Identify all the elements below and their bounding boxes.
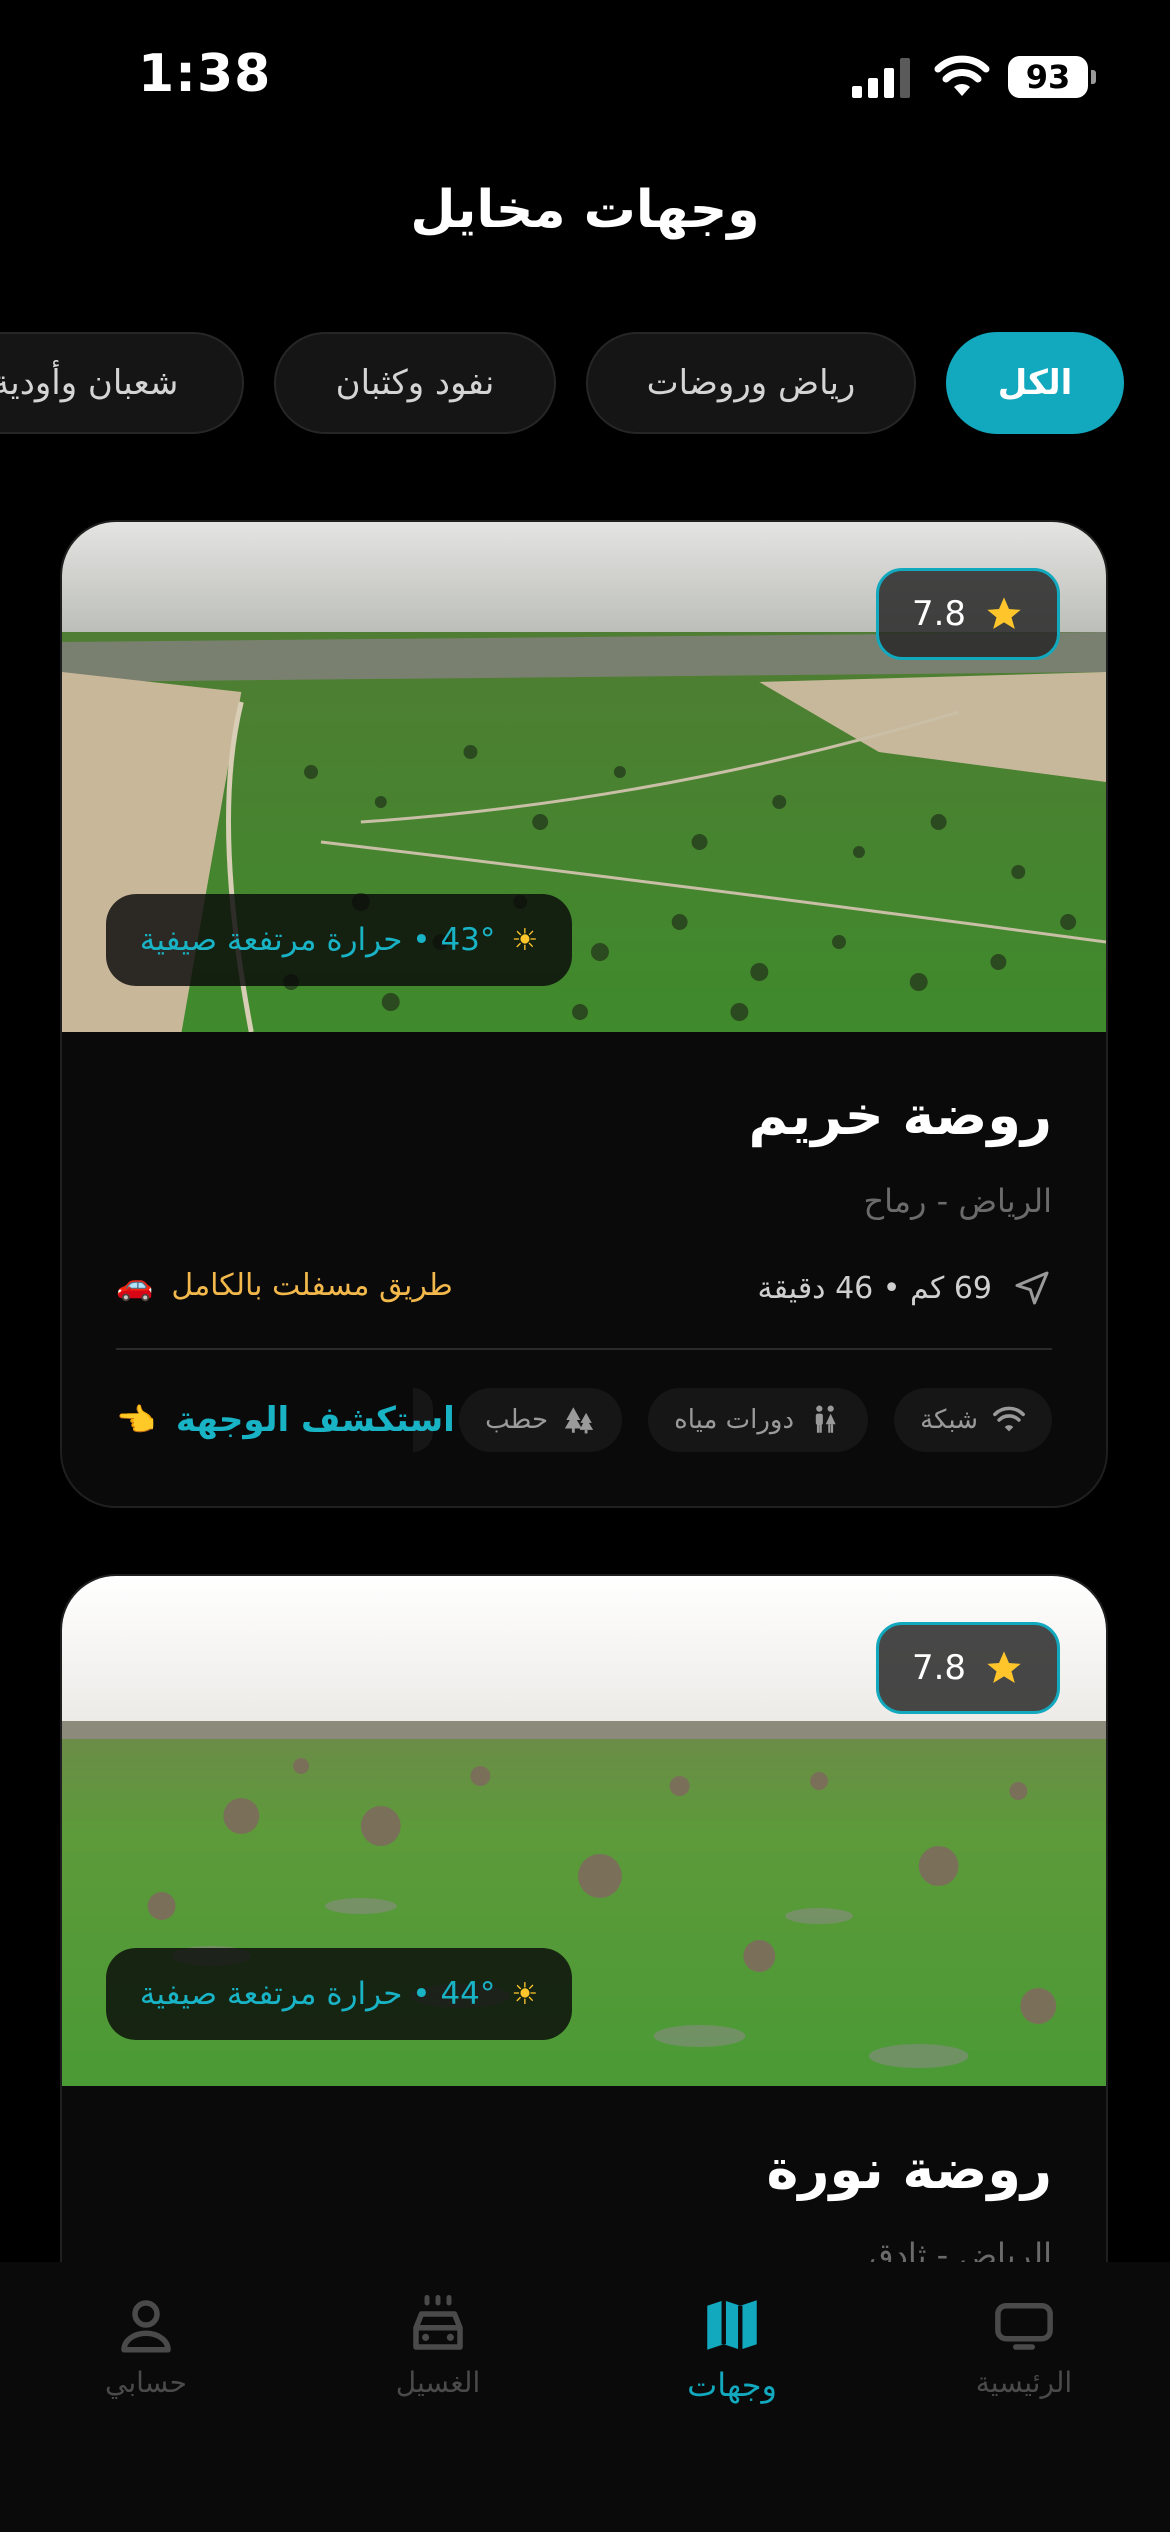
trees-icon (564, 1407, 594, 1434)
explore-link[interactable]: استكشف الوجهة 👈 (116, 1388, 455, 1452)
weather-pill: 43° • حرارة مرتفعة صيفية ☀ (106, 894, 572, 986)
amenity-label: دورات مياه (674, 1405, 795, 1435)
tab-label: وجهات (687, 2366, 777, 2404)
amenity-label: حطب (485, 1405, 549, 1435)
distance-text: 69 كم • 46 دقيقة (757, 1270, 993, 1306)
filter-chip-valleys[interactable]: شعبان وأودية (0, 332, 244, 434)
navigation-arrow-icon (1015, 1271, 1049, 1305)
sun-icon: ☀ (511, 1976, 539, 2012)
tab-label: حسابي (105, 2366, 187, 2399)
status-bar: 1:38 93 (0, 0, 1170, 150)
divider (116, 1348, 1052, 1350)
card-body: روضة خريم الرياض - رماح 69 كم • 46 دقيقة… (62, 1032, 1106, 1506)
tab-home[interactable]: الرئيسية (924, 2292, 1124, 2399)
road-row: طريق مسفلت بالكامل 🚗 (116, 1268, 453, 1303)
tab-label: الرئيسية (975, 2366, 1073, 2399)
amenity-network: شبكة (894, 1388, 1052, 1452)
road-text: طريق مسفلت بالكامل (171, 1268, 453, 1303)
battery-indicator: 93 (1008, 56, 1096, 98)
restroom-icon (815, 1405, 836, 1433)
filter-chip-all[interactable]: الكل (946, 332, 1124, 434)
destination-card[interactable]: 7.8 44° • حرارة مرتفعة صيفية ☀ روضة نورة… (60, 1574, 1108, 2334)
place-name: روضة نورة (766, 2138, 1052, 2201)
destination-image: 7.8 44° • حرارة مرتفعة صيفية ☀ (62, 1576, 1106, 2086)
explore-text: استكشف الوجهة (175, 1400, 455, 1440)
map-icon (707, 2300, 757, 2350)
amenity-firewood: حطب (459, 1388, 623, 1452)
weather-text: 44° • حرارة مرتفعة صيفية (139, 1976, 496, 2012)
car-icon: 🚗 (116, 1268, 154, 1303)
place-name: روضة خريم (748, 1084, 1052, 1147)
page-title: وجهات مخايل (410, 180, 760, 240)
filter-chips: الكل رياض وروضات نفود وكثبان شعبان وأودي… (0, 332, 1170, 436)
tv-icon (995, 2303, 1053, 2350)
sun-icon: ☀ (511, 922, 539, 958)
distance-row: 69 كم • 46 دقيقة (758, 1268, 1053, 1308)
star-icon (987, 1651, 1021, 1683)
wifi-icon (993, 1406, 1025, 1432)
tab-wash[interactable]: الغسيل (338, 2292, 538, 2399)
star-icon (987, 597, 1021, 629)
car-wash-icon (413, 2295, 463, 2350)
weather-text: 43° • حرارة مرتفعة صيفية (139, 922, 496, 958)
status-time: 1:38 (138, 44, 272, 104)
rating-value: 7.8 (911, 1648, 967, 1688)
rating-badge: 7.8 (876, 1622, 1060, 1714)
filter-chip-dunes[interactable]: نفود وكثبان (274, 332, 556, 434)
rating-value: 7.8 (911, 594, 967, 634)
place-location: الرياض - رماح (863, 1182, 1052, 1220)
tab-account[interactable]: حسابي (46, 2292, 246, 2399)
tab-label: الغسيل (395, 2366, 481, 2399)
tab-bar: الرئيسية وجهات الغسيل حسابي (0, 2262, 1170, 2532)
rating-badge: 7.8 (876, 568, 1060, 660)
wifi-icon (934, 55, 990, 96)
destination-card[interactable]: 7.8 43° • حرارة مرتفعة صيفية ☀ روضة خريم… (60, 520, 1108, 1508)
filter-chip-meadows[interactable]: رياض وروضات (586, 332, 916, 434)
pointing-hand-icon: 👈 (116, 1401, 156, 1439)
amenities: شبكة دورات مياه حطب (413, 1388, 1052, 1452)
tab-destinations[interactable]: وجهات (632, 2292, 832, 2404)
amenity-label: شبكة (920, 1405, 978, 1435)
destination-image: 7.8 43° • حرارة مرتفعة صيفية ☀ (62, 522, 1106, 1032)
weather-pill: 44° • حرارة مرتفعة صيفية ☀ (106, 1948, 572, 2040)
person-icon (121, 2300, 171, 2353)
signal-icon (852, 58, 910, 98)
amenity-restrooms: دورات مياه (648, 1388, 869, 1452)
